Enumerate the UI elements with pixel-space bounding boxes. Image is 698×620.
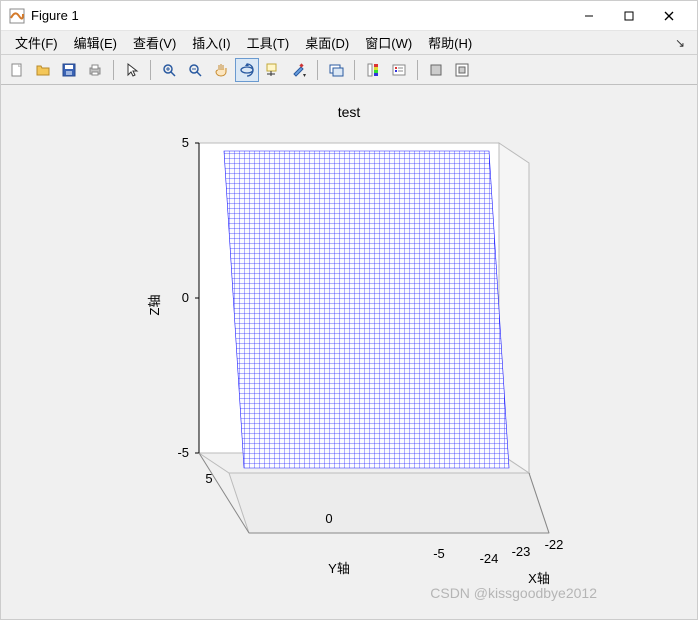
link-icon[interactable] — [324, 58, 348, 82]
open-icon[interactable] — [31, 58, 55, 82]
hide-plot-tools-icon[interactable] — [424, 58, 448, 82]
surface-mesh — [224, 151, 509, 468]
x-tick: -24 — [480, 551, 499, 566]
app-icon — [9, 8, 25, 24]
minimize-button[interactable] — [569, 2, 609, 30]
x-axis-label: X轴 — [528, 571, 550, 586]
axes-3d: test 5 0 -5 Z轴 5 0 -5 Y轴 -24 -23 -22 X轴 — [9, 93, 689, 613]
titlebar: Figure 1 — [1, 1, 697, 31]
menubar-overflow-icon[interactable]: ↘ — [669, 36, 691, 50]
z-tick: 5 — [182, 135, 189, 150]
menu-tools[interactable]: 工具(T) — [239, 31, 298, 54]
menu-file[interactable]: 文件(F) — [7, 31, 66, 54]
pointer-icon[interactable] — [120, 58, 144, 82]
toolbar-separator — [354, 60, 355, 80]
maximize-button[interactable] — [609, 2, 649, 30]
close-button[interactable] — [649, 2, 689, 30]
x-tick: -23 — [512, 544, 531, 559]
new-figure-icon[interactable] — [5, 58, 29, 82]
z-tick: -5 — [177, 445, 189, 460]
y-tick: 0 — [325, 511, 332, 526]
print-icon[interactable] — [83, 58, 107, 82]
pan-icon[interactable] — [209, 58, 233, 82]
chart-title: test — [338, 104, 361, 120]
z-tick: 0 — [182, 290, 189, 305]
plot-area[interactable]: test 5 0 -5 Z轴 5 0 -5 Y轴 -24 -23 -22 X轴 — [1, 85, 697, 619]
menu-help[interactable]: 帮助(H) — [420, 31, 480, 54]
toolbar-separator — [150, 60, 151, 80]
toolbar — [1, 55, 697, 85]
y-axis-label: Y轴 — [328, 561, 350, 576]
show-plot-tools-icon[interactable] — [450, 58, 474, 82]
menu-insert[interactable]: 插入(I) — [184, 31, 238, 54]
legend-icon[interactable] — [387, 58, 411, 82]
menubar: 文件(F) 编辑(E) 查看(V) 插入(I) 工具(T) 桌面(D) 窗口(W… — [1, 31, 697, 55]
window-title: Figure 1 — [31, 8, 79, 23]
data-cursor-icon[interactable] — [261, 58, 285, 82]
toolbar-separator — [417, 60, 418, 80]
zoom-in-icon[interactable] — [157, 58, 181, 82]
save-icon[interactable] — [57, 58, 81, 82]
menu-view[interactable]: 查看(V) — [125, 31, 184, 54]
toolbar-separator — [113, 60, 114, 80]
y-tick: -5 — [433, 546, 445, 561]
x-tick: -22 — [545, 537, 564, 552]
colorbar-icon[interactable] — [361, 58, 385, 82]
brush-icon[interactable] — [287, 58, 311, 82]
zoom-out-icon[interactable] — [183, 58, 207, 82]
menu-edit[interactable]: 编辑(E) — [66, 31, 125, 54]
toolbar-separator — [317, 60, 318, 80]
menu-window[interactable]: 窗口(W) — [357, 31, 420, 54]
menu-desktop[interactable]: 桌面(D) — [297, 31, 357, 54]
z-axis-label: Z轴 — [147, 295, 162, 316]
rotate3d-icon[interactable] — [235, 58, 259, 82]
